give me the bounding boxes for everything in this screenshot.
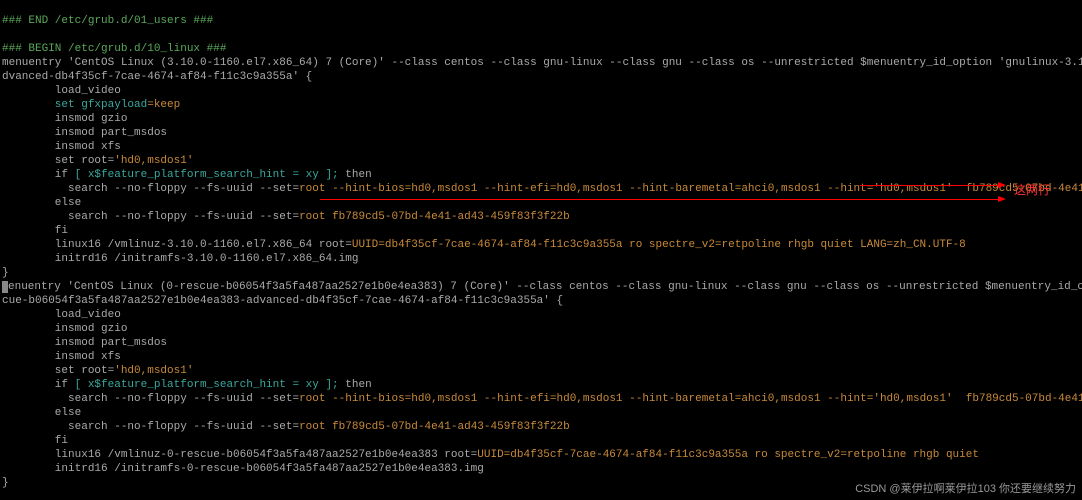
comment-end-01-users: ### END /etc/grub.d/01_users ### xyxy=(2,15,213,27)
annotation-arrow-1 xyxy=(860,185,1000,186)
annotation-label: 这两行 xyxy=(1014,184,1050,198)
csdn-watermark: CSDN @莱伊拉啊莱伊拉103 你还要继续努力 xyxy=(855,482,1076,496)
linux16-line: linux16 /vmlinuz-3.10.0-1160.el7.x86_64 … xyxy=(2,239,352,251)
annotation-arrowhead-1 xyxy=(998,182,1006,188)
annotation-arrowhead-2 xyxy=(998,196,1006,202)
grub-config-text: ### END /etc/grub.d/01_users ### ### BEG… xyxy=(2,0,1082,500)
initrd16-line: initrd16 /initramfs-3.10.0-1160.el7.x86_… xyxy=(2,253,358,265)
annotation-arrow-2 xyxy=(320,199,1000,200)
comment-begin-10-linux: ### BEGIN /etc/grub.d/10_linux ### xyxy=(2,43,226,55)
